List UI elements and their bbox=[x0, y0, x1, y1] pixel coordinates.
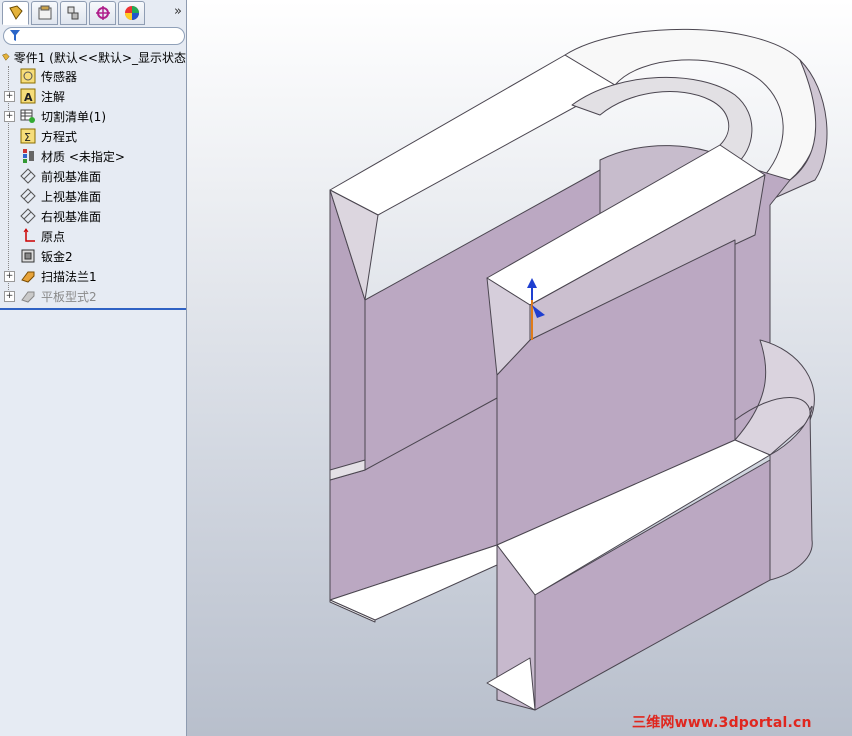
annotation-icon: A bbox=[20, 88, 36, 104]
part-icon bbox=[2, 53, 10, 61]
plane-icon bbox=[20, 168, 36, 184]
tab-propertymanager[interactable] bbox=[31, 1, 58, 25]
material-icon bbox=[23, 149, 34, 163]
sensor-icon bbox=[20, 68, 36, 84]
feature-manager-panel: » 零件1 (默认<<默认>_显示状态 传感器 + A 注解 + 切割清单(1)… bbox=[0, 0, 187, 736]
svg-text:Σ: Σ bbox=[24, 131, 31, 144]
config-icon bbox=[67, 6, 78, 20]
expand-toggle[interactable]: + bbox=[4, 271, 15, 282]
origin-icon bbox=[23, 228, 35, 242]
more-tabs-button[interactable]: » bbox=[174, 4, 182, 19]
tab-featuremanager[interactable] bbox=[2, 1, 29, 25]
tab-configurationmanager[interactable] bbox=[60, 1, 87, 25]
expand-toggle[interactable]: + bbox=[4, 291, 15, 302]
sheetmetal-icon bbox=[21, 249, 35, 263]
color-wheel-icon bbox=[124, 6, 139, 20]
property-icon bbox=[38, 5, 51, 20]
filter-icon bbox=[10, 30, 20, 41]
tab-dimxpert[interactable] bbox=[89, 1, 116, 25]
manager-tab-bar: » bbox=[0, 0, 186, 26]
tab-displaymanager[interactable] bbox=[118, 1, 145, 25]
filter-input[interactable] bbox=[3, 27, 185, 45]
swept-flange-icon bbox=[21, 271, 35, 283]
graphics-viewport[interactable] bbox=[187, 0, 852, 736]
expand-toggle[interactable]: + bbox=[4, 111, 15, 122]
crosshair-icon bbox=[95, 6, 110, 20]
plane-icon bbox=[20, 188, 36, 204]
expand-toggle[interactable]: + bbox=[4, 91, 15, 102]
tree-root-label: 零件1 (默认<<默认>_显示状态 bbox=[13, 50, 186, 65]
part-tree-icon bbox=[8, 5, 23, 20]
equation-icon: Σ bbox=[20, 128, 36, 144]
panel-separator bbox=[0, 308, 186, 310]
sheet-metal-model[interactable] bbox=[187, 0, 852, 736]
cutlist-icon bbox=[20, 109, 35, 123]
plane-icon bbox=[20, 208, 36, 224]
flat-pattern-icon bbox=[21, 291, 35, 303]
watermark-text: 三维网www.3dportal.cn bbox=[632, 715, 812, 731]
svg-text:A: A bbox=[24, 91, 33, 104]
tree-root-part[interactable]: 零件1 (默认<<默认>_显示状态 bbox=[2, 48, 186, 66]
